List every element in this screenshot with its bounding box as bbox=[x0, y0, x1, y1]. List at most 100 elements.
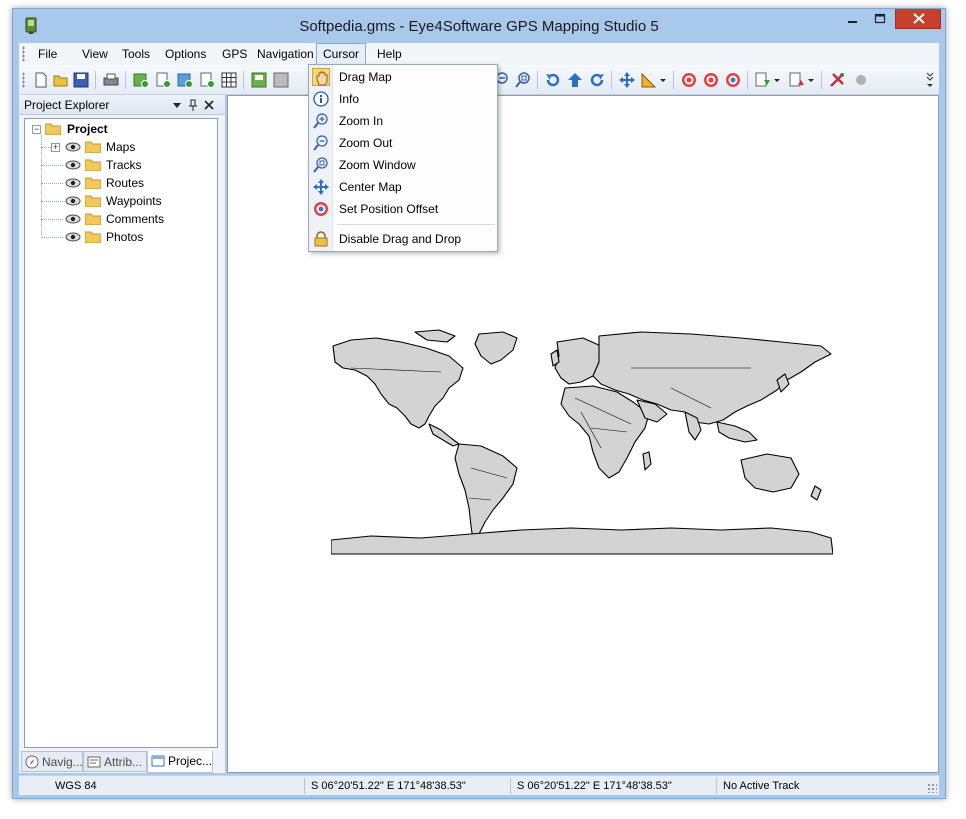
status-position-1: S 06°20'51.22" E 171°48'38.53" bbox=[305, 778, 511, 794]
toolbar-separator bbox=[95, 71, 96, 89]
menu-cursor[interactable]: Cursor bbox=[316, 43, 367, 65]
target-icon[interactable] bbox=[681, 72, 697, 88]
measure-icon[interactable] bbox=[641, 72, 657, 88]
visibility-eye-icon[interactable] bbox=[65, 142, 81, 152]
toolbar-overflow-icon[interactable] bbox=[925, 69, 935, 91]
status-position-2: S 06°20'51.22" E 171°48'38.53" bbox=[511, 778, 717, 794]
import-icon[interactable] bbox=[273, 72, 289, 88]
resize-grip[interactable] bbox=[927, 783, 937, 793]
add-route-icon[interactable] bbox=[177, 72, 193, 88]
center-map-icon[interactable] bbox=[619, 72, 635, 88]
menu-icon-frame bbox=[312, 178, 330, 196]
upload-icon[interactable] bbox=[789, 72, 805, 88]
redo-icon[interactable] bbox=[589, 72, 605, 88]
tree-item-photos[interactable]: Photos bbox=[29, 228, 209, 246]
tree-item-routes[interactable]: Routes bbox=[29, 174, 209, 192]
menu-item-zoom-out[interactable]: Zoom Out bbox=[309, 132, 497, 154]
tree-line bbox=[41, 165, 63, 166]
minimize-button[interactable] bbox=[839, 9, 865, 29]
tree-item-waypoints[interactable]: Waypoints bbox=[29, 192, 209, 210]
title-bar[interactable]: Softpedia.gms - Eye4Software GPS Mapping… bbox=[13, 9, 945, 43]
panel-title: Project Explorer bbox=[24, 98, 110, 112]
map-australia bbox=[740, 453, 800, 493]
tree-item-tracks[interactable]: Tracks bbox=[29, 156, 209, 174]
panel-menu-icon[interactable] bbox=[171, 98, 183, 112]
settings-tools-icon[interactable] bbox=[829, 72, 845, 88]
folder-icon bbox=[85, 231, 101, 243]
target-3-icon[interactable] bbox=[725, 72, 741, 88]
tab-project[interactable]: Projec... bbox=[147, 751, 213, 773]
visibility-eye-icon[interactable] bbox=[65, 214, 81, 224]
visibility-eye-icon[interactable] bbox=[65, 196, 81, 206]
menu-file[interactable]: File bbox=[32, 43, 63, 65]
tree-root[interactable]: − Project bbox=[29, 120, 209, 138]
menu-help[interactable]: Help bbox=[371, 43, 408, 65]
menu-grip[interactable] bbox=[22, 46, 25, 62]
toolbar-grip[interactable] bbox=[22, 72, 25, 88]
position-offset-icon bbox=[314, 202, 328, 216]
tree-item-label: Photos bbox=[106, 230, 144, 244]
undo-icon[interactable] bbox=[545, 72, 561, 88]
menu-options[interactable]: Options bbox=[159, 43, 212, 65]
visibility-eye-icon[interactable] bbox=[65, 232, 81, 242]
folder-icon bbox=[85, 195, 101, 207]
menu-item-zoom-window[interactable]: Zoom Window bbox=[309, 154, 497, 176]
export-icon[interactable] bbox=[251, 72, 267, 88]
panel-close-icon[interactable] bbox=[203, 98, 215, 112]
tree-item-maps[interactable]: + Maps bbox=[29, 138, 209, 156]
download-dropdown-icon[interactable] bbox=[773, 72, 781, 88]
tree-item-label: Routes bbox=[106, 176, 145, 190]
add-track-icon[interactable] bbox=[155, 72, 171, 88]
tree-line bbox=[41, 219, 63, 220]
world-map[interactable] bbox=[331, 328, 833, 556]
stop-icon[interactable] bbox=[853, 72, 869, 88]
pin-icon[interactable] bbox=[187, 98, 199, 112]
tab-attributes[interactable]: Attrib... bbox=[83, 751, 147, 772]
attributes-icon bbox=[87, 756, 101, 768]
new-file-icon[interactable] bbox=[33, 72, 49, 88]
collapse-icon[interactable]: − bbox=[32, 125, 41, 134]
menu-item-info[interactable]: Info bbox=[309, 88, 497, 110]
save-icon[interactable] bbox=[73, 72, 89, 88]
menu-view[interactable]: View bbox=[76, 43, 114, 65]
menu-tools[interactable]: Tools bbox=[116, 43, 156, 65]
add-map-icon[interactable] bbox=[133, 72, 149, 88]
tree-item-comments[interactable]: Comments bbox=[29, 210, 209, 228]
maximize-button[interactable] bbox=[867, 9, 893, 29]
status-datum: WGS 84 bbox=[49, 778, 305, 794]
menu-item-drag-map[interactable]: Drag Map bbox=[309, 66, 497, 88]
zoom-window-icon[interactable] bbox=[515, 72, 531, 88]
menu-item-zoom-in[interactable]: Zoom In bbox=[309, 110, 497, 132]
toolbar-separator bbox=[747, 71, 748, 89]
menu-navigation[interactable]: Navigation bbox=[251, 43, 320, 65]
map-madagascar bbox=[642, 451, 652, 471]
upload-dropdown-icon[interactable] bbox=[807, 72, 815, 88]
map-canadian-islands bbox=[414, 329, 456, 343]
zoom-window-icon bbox=[313, 157, 328, 173]
visibility-eye-icon[interactable] bbox=[65, 160, 81, 170]
menu-item-disable-drag-and-drop[interactable]: Disable Drag and Drop bbox=[309, 228, 497, 250]
expand-icon[interactable]: + bbox=[51, 143, 60, 152]
open-folder-icon[interactable] bbox=[53, 72, 69, 88]
project-tree: − Project + Maps Tracks Routes Waypoints… bbox=[24, 118, 218, 748]
add-waypoint-icon[interactable] bbox=[199, 72, 215, 88]
tree-line bbox=[41, 201, 63, 202]
menu-item-label: Center Map bbox=[339, 180, 402, 194]
map-antarctica bbox=[331, 527, 833, 555]
download-icon[interactable] bbox=[755, 72, 771, 88]
up-arrow-icon[interactable] bbox=[567, 72, 583, 88]
print-icon[interactable] bbox=[103, 72, 119, 88]
menu-item-center-map[interactable]: Center Map bbox=[309, 176, 497, 198]
visibility-eye-icon[interactable] bbox=[65, 178, 81, 188]
target-2-icon[interactable] bbox=[703, 72, 719, 88]
tab-navigation[interactable]: Navig... bbox=[21, 751, 83, 772]
grid-icon[interactable] bbox=[221, 72, 237, 88]
measure-dropdown-icon[interactable] bbox=[659, 72, 667, 88]
close-button[interactable] bbox=[895, 9, 941, 29]
menu-item-label: Zoom Out bbox=[339, 136, 393, 150]
menu-item-set-position-offset[interactable]: Set Position Offset bbox=[309, 198, 497, 220]
menu-item-label: Info bbox=[339, 92, 360, 106]
menu-gps[interactable]: GPS bbox=[216, 43, 253, 65]
menu-item-label: Zoom Window bbox=[339, 158, 416, 172]
folder-icon bbox=[85, 141, 101, 153]
